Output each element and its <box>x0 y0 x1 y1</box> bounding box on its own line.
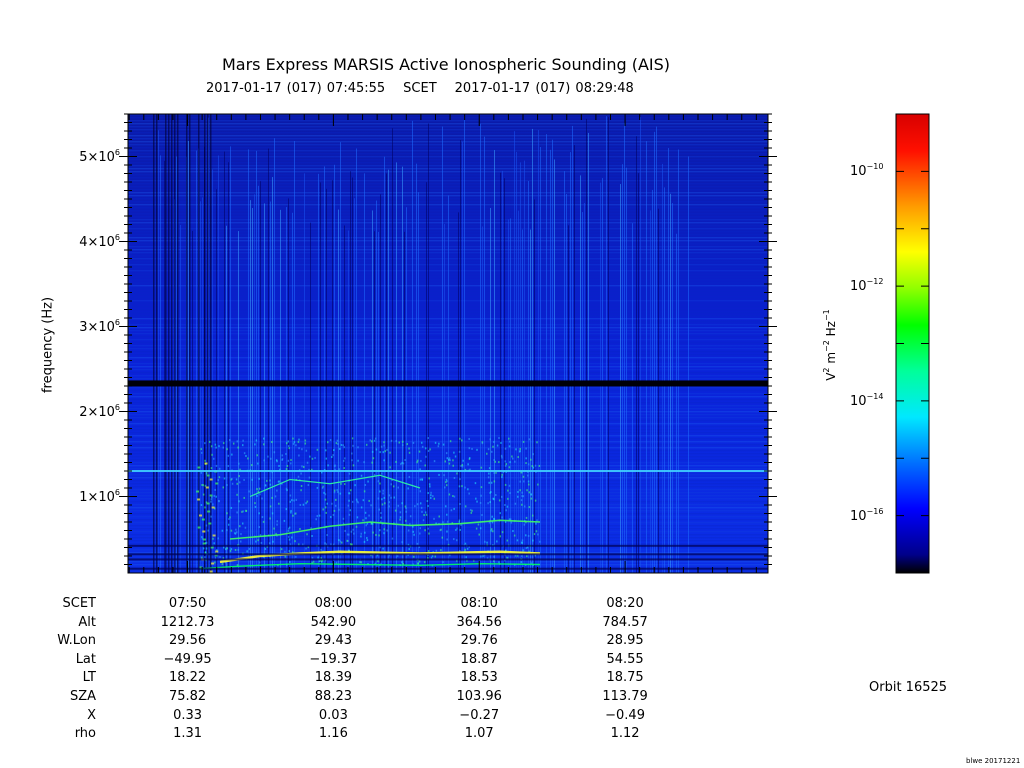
ephemeris-value: 18.39 <box>314 670 352 686</box>
x-tick-label: 08:00 <box>314 596 353 611</box>
colorbar-tick-label: 10−12 <box>850 277 884 295</box>
ephemeris-value: 1212.73 <box>160 614 215 630</box>
ephemeris-value: 542.90 <box>310 614 357 630</box>
ephemeris-value: 29.43 <box>314 633 352 649</box>
ephemeris-value: 18.87 <box>460 651 498 667</box>
ephemeris-value: 75.82 <box>168 689 207 704</box>
ephemeris-value: 364.56 <box>456 614 502 630</box>
ephemeris-value: 784.57 <box>602 614 648 630</box>
ephemeris-value: 103.96 <box>456 689 502 704</box>
ephemeris-value: 0.33 <box>173 707 203 723</box>
ephemeris-label: W.Lon <box>57 633 96 649</box>
ephemeris-value: 54.55 <box>606 651 644 667</box>
colorbar-tick-label: 10−16 <box>850 506 884 524</box>
ephemeris-label: Alt <box>78 614 96 630</box>
orbit-number: Orbit 16525 <box>869 680 948 695</box>
ephemeris-row: W.Lon 29.56 29.43 29.76 28.95 <box>0 633 760 651</box>
ephemeris-value: 88.23 <box>314 689 352 704</box>
ephemeris-value: −0.49 <box>605 707 645 723</box>
ephemeris-label: rho <box>74 726 96 742</box>
ephemeris-value: 1.16 <box>318 726 348 742</box>
ephemeris-value: 18.22 <box>168 670 207 686</box>
ephemeris-value: 1.31 <box>173 726 203 742</box>
ephemeris-label: LT <box>82 670 96 686</box>
ephemeris-value: 0.03 <box>318 707 348 723</box>
ephemeris-row: Alt 1212.73 542.90 364.56 784.57 <box>0 615 760 633</box>
y-tick-label: 3×106 <box>79 317 120 335</box>
ephemeris-value: 28.95 <box>606 633 644 649</box>
ephemeris-value: 29.76 <box>460 633 498 649</box>
colorbar-tick-label: 10−10 <box>850 162 884 180</box>
ephemeris-value: −19.37 <box>309 651 358 667</box>
y-tick-label: 4×106 <box>79 232 120 250</box>
ephemeris-row: LT 18.22 18.39 18.53 18.75 <box>0 670 760 688</box>
colorbar-tick-label: 10−14 <box>850 391 884 409</box>
ephemeris-value: −49.95 <box>163 651 212 667</box>
ephemeris-label: SZA <box>69 689 96 704</box>
ephemeris-value: −0.27 <box>459 707 500 723</box>
x-tick-label: 08:10 <box>460 596 498 611</box>
ephemeris-row: SZA 75.82 88.23 103.96 113.79 <box>0 689 760 707</box>
ephemeris-label: Lat <box>75 651 96 667</box>
ephemeris-row: X 0.33 0.03 −0.27 −0.49 <box>0 708 760 726</box>
y-tick-label: 1×106 <box>79 487 120 505</box>
y-tick-label: 2×106 <box>79 402 120 420</box>
ephemeris-value: 113.79 <box>602 689 648 704</box>
ephemeris-row: SCET 07:50 08:00 08:10 08:20 <box>0 596 760 614</box>
heatmap-layer <box>128 114 768 573</box>
footer-tag: blwe 20171221 <box>966 757 1021 765</box>
y-tick-label: 5×106 <box>79 147 120 165</box>
ephemeris-row: Lat −49.95 −19.37 18.87 54.55 <box>0 652 760 670</box>
ephemeris-value: 1.07 <box>464 726 494 742</box>
x-tick-label: 07:50 <box>168 596 207 611</box>
ephemeris-row: rho 1.31 1.16 1.07 1.12 <box>0 726 760 744</box>
ephemeris-value: 1.12 <box>610 726 640 742</box>
ephemeris-value: 18.53 <box>460 670 498 686</box>
x-tick-label: 08:20 <box>606 596 644 611</box>
ephemeris-value: 29.56 <box>168 633 207 649</box>
ephemeris-value: 18.75 <box>606 670 644 686</box>
ephemeris-label: SCET <box>62 596 96 611</box>
ephemeris-label: X <box>87 707 96 723</box>
